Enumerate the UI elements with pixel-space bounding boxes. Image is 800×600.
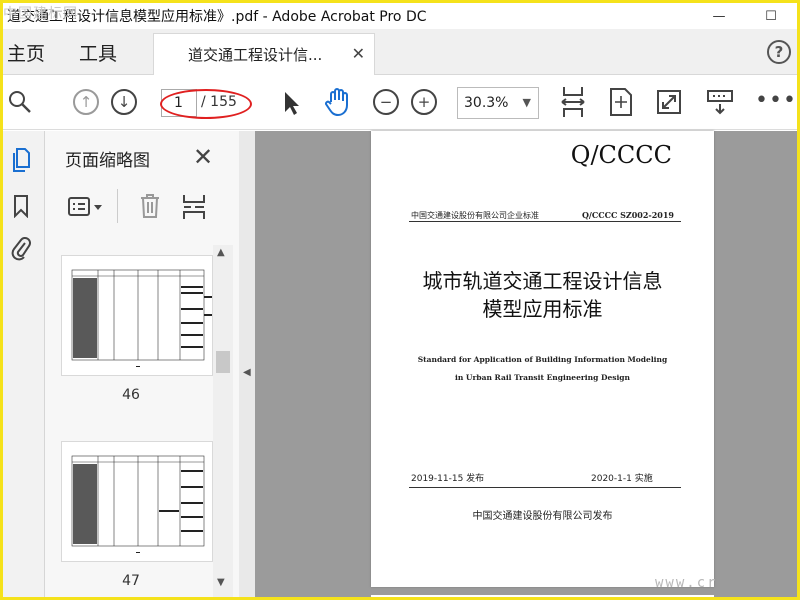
read-mode-icon[interactable]: [705, 86, 735, 118]
document-tab-label: 道交通工程设计信...: [188, 46, 323, 64]
page-thumbnails-icon[interactable]: [9, 147, 33, 173]
hand-tool-icon[interactable]: [321, 86, 353, 118]
search-icon[interactable]: [7, 88, 33, 116]
fit-width-icon[interactable]: [559, 84, 587, 120]
thumbnail-scrollbar[interactable]: ▲ ▼: [213, 245, 233, 597]
plus-icon: +: [411, 89, 437, 115]
more-tools-icon[interactable]: •••: [755, 88, 797, 113]
title-bar: 道交通工程设计信息模型应用标准》.pdf - Adobe Acrobat Pro…: [3, 3, 797, 29]
page-thumbnail[interactable]: [61, 255, 213, 376]
pdf-page: Q/CCCC 中国交通建设股份有限公司企业标准 Q/CCCC SZ002-201…: [371, 131, 714, 587]
arrow-up-icon: ↑: [73, 89, 99, 115]
maximize-button[interactable]: ☐: [745, 3, 797, 29]
corner-watermark: www.cr: [655, 575, 718, 591]
effective-date: 2020-1-1 实施: [591, 474, 653, 484]
fit-page-icon[interactable]: [607, 86, 635, 118]
standard-number: Q/CCCC SZ002-2019: [581, 210, 674, 220]
chevron-down-icon: ▼: [522, 96, 531, 109]
minimize-button[interactable]: —: [693, 3, 745, 29]
help-icon[interactable]: ?: [767, 40, 791, 64]
delete-page-icon[interactable]: [139, 193, 163, 221]
document-title-line2: 模型应用标准: [482, 297, 603, 321]
next-pdf-page-edge: [371, 595, 714, 597]
tab-bar: 主页 工具 道交通工程设计信... ✕ ?: [3, 29, 797, 75]
tab-document[interactable]: 道交通工程设计信... ✕: [153, 33, 375, 75]
panel-toolbar: [45, 187, 239, 227]
previous-page-button[interactable]: ↑: [73, 89, 99, 115]
document-title-line1: 城市轨道交通工程设计信息: [422, 269, 663, 293]
red-highlight-annotation: [160, 89, 252, 119]
thumbnail-options-button[interactable]: [67, 195, 105, 219]
publisher: 中国交通建设股份有限公司发布: [472, 511, 613, 522]
footer-rule: [409, 487, 681, 488]
next-page-button[interactable]: ↓: [111, 89, 137, 115]
site-watermark: 中国建标网: [3, 6, 78, 22]
scroll-down-icon[interactable]: ▼: [217, 577, 225, 588]
full-screen-icon[interactable]: [655, 86, 683, 118]
scroll-up-icon[interactable]: ▲: [217, 247, 225, 258]
zoom-value: 30.3%: [464, 95, 509, 111]
organization-standard: 中国交通建设股份有限公司企业标准: [411, 211, 539, 220]
standard-code: Q/CCCC: [570, 141, 672, 169]
select-tool-icon[interactable]: [279, 88, 303, 118]
page-thumbnail[interactable]: [61, 441, 213, 562]
navigation-rail: [3, 131, 45, 597]
attachment-icon[interactable]: [9, 235, 33, 261]
toolbar: ↑ ↓ 1 / 155 − + 30.3% ▼ •••: [3, 76, 797, 130]
minus-icon: −: [373, 89, 399, 115]
arrow-down-icon: ↓: [111, 89, 137, 115]
close-tab-icon[interactable]: ✕: [352, 44, 365, 63]
scrollbar-thumb[interactable]: [216, 351, 230, 373]
thumbnail-page-label: 47: [122, 573, 140, 589]
zoom-select[interactable]: 30.3% ▼: [457, 87, 539, 119]
toolbar-divider: [117, 189, 118, 223]
panel-splitter[interactable]: ◀: [239, 131, 255, 597]
acrobat-window: 道交通工程设计信息模型应用标准》.pdf - Adobe Acrobat Pro…: [0, 0, 800, 600]
issue-date: 2019-11-15 发布: [411, 474, 485, 484]
window-controls: — ☐: [693, 3, 797, 29]
bookmark-icon[interactable]: [9, 193, 33, 219]
close-panel-icon[interactable]: ✕: [193, 143, 213, 171]
tab-home[interactable]: 主页: [7, 39, 45, 66]
english-title-line2: in Urban Rail Transit Engineering Design: [454, 373, 630, 382]
insert-page-icon[interactable]: [181, 193, 207, 221]
tab-tools[interactable]: 工具: [79, 39, 117, 66]
header-rule: [409, 221, 681, 222]
collapse-panel-icon[interactable]: ◀: [243, 367, 251, 378]
english-title-line1: Standard for Application of Building Inf…: [417, 355, 668, 364]
panel-title: 页面缩略图: [65, 151, 150, 171]
zoom-out-button[interactable]: −: [373, 89, 399, 115]
page-thumbnails-panel: 页面缩略图 ✕ 46 47 ▲ ▼: [45, 131, 239, 597]
zoom-in-button[interactable]: +: [411, 89, 437, 115]
thumbnail-page-label: 46: [122, 387, 140, 403]
